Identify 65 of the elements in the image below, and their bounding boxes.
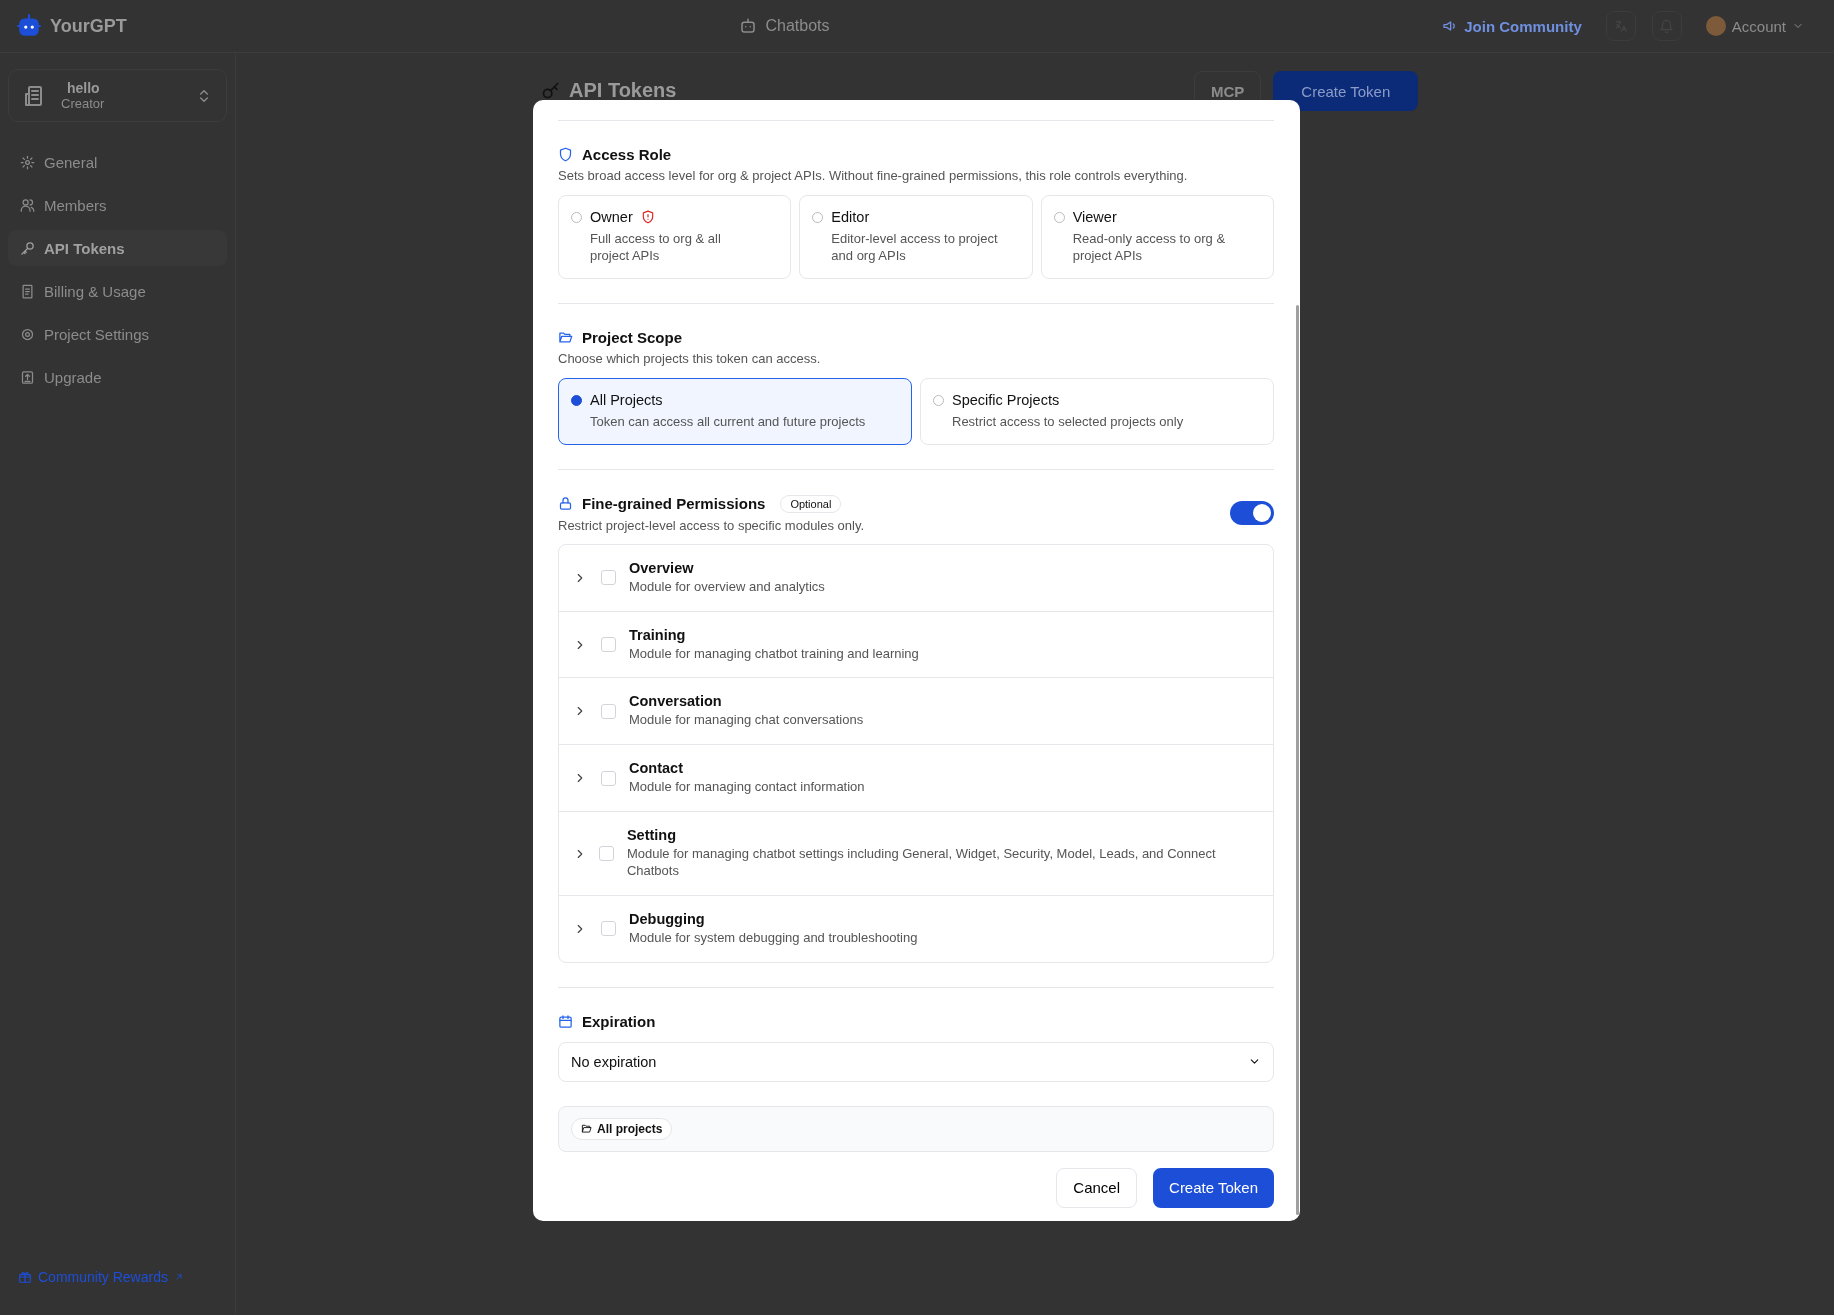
- sidebar-item[interactable]: Upgrade: [8, 359, 227, 395]
- cancel-button[interactable]: Cancel: [1056, 1167, 1138, 1208]
- section-title: Project Scope: [582, 328, 683, 346]
- folder-icon: [558, 329, 573, 345]
- module-description: Module for managing chatbot training and learning: [629, 645, 919, 663]
- robot-icon: [739, 17, 758, 35]
- section-title: Access Role: [582, 146, 672, 163]
- scope-tag: All projects: [571, 1117, 673, 1140]
- scope-option[interactable]: All Projects Token can access all current and future projects: [558, 377, 912, 445]
- account-menu[interactable]: Account: [1705, 16, 1804, 36]
- module-description: Module for system debugging and troubleshooting: [629, 930, 918, 947]
- chatbots-link[interactable]: Chatbots: [765, 17, 830, 35]
- scrollbar[interactable]: [1296, 305, 1299, 1215]
- sidebar-item[interactable]: General: [8, 144, 227, 180]
- join-community-link[interactable]: Join Community: [1442, 17, 1582, 35]
- workspace-switcher[interactable]: hello Creator: [8, 69, 227, 122]
- module-checkbox[interactable]: [598, 846, 614, 862]
- module-checkbox[interactable]: [601, 637, 616, 652]
- role-option[interactable]: Viewer Read-only access to org & project APIs: [1040, 195, 1274, 279]
- upload-icon: [20, 369, 35, 385]
- brand-name[interactable]: YourGPT: [50, 15, 127, 37]
- sidebar-item[interactable]: Billing & Usage: [8, 273, 227, 309]
- create-token-button[interactable]: Create Token: [1273, 71, 1419, 111]
- module-checkbox[interactable]: [601, 770, 616, 786]
- permissions-toggle[interactable]: [1230, 500, 1274, 525]
- module-name: Training: [629, 626, 687, 643]
- module-description: Module for managing chatbot settings including General, Widget, Security, Model, Leads, and Connect Chatbots: [626, 846, 1217, 880]
- role-option[interactable]: Owner Full access to org & all project APIs: [558, 195, 792, 279]
- robot-logo-icon: [16, 13, 42, 39]
- users-icon: [20, 197, 35, 213]
- expiration-select[interactable]: No expiration: [558, 1041, 1274, 1082]
- section-description: Choose which projects this token can access.: [558, 350, 822, 366]
- calendar-icon: [558, 1013, 573, 1029]
- page-title: API Tokens: [569, 79, 677, 102]
- key-icon: [20, 240, 35, 256]
- sidebar-item[interactable]: Project Settings: [8, 316, 227, 352]
- folder-icon: [581, 1123, 592, 1135]
- section-description: Restrict project-level access to specific modules only.: [558, 517, 865, 533]
- section-title: Fine-grained Permissions: [582, 495, 766, 513]
- module-name: Setting: [626, 827, 678, 844]
- module-name: Debugging: [629, 911, 706, 927]
- module-name: Overview: [629, 559, 695, 576]
- shield-alert-icon: [640, 210, 655, 224]
- radio-indicator: [571, 394, 582, 406]
- module-description: Module for managing contact information: [629, 779, 865, 797]
- module-name: Contact: [629, 760, 684, 777]
- section-description: Sets broad access level for org & project APIs. Without fine-grained permissions, this role controls everything.: [558, 168, 1189, 183]
- create-token-button[interactable]: Create Token: [1153, 1167, 1274, 1208]
- shield-icon: [558, 147, 573, 162]
- role-option[interactable]: Editor Editor-level access to project and org APIs: [799, 195, 1033, 279]
- key-icon: [541, 80, 561, 101]
- section-title: Expiration: [582, 1012, 656, 1030]
- module-checkbox[interactable]: [601, 921, 616, 937]
- module-description: Module for overview and analytics: [629, 578, 825, 596]
- sidebar-item[interactable]: Members: [8, 187, 227, 223]
- gift-icon: [18, 1270, 32, 1284]
- module-checkbox[interactable]: [601, 703, 616, 719]
- external-link-icon: [173, 1272, 184, 1282]
- sidebar-item[interactable]: API Tokens: [8, 230, 227, 266]
- lock-icon: [558, 496, 573, 512]
- receipt-icon: [20, 283, 35, 299]
- module-checkbox[interactable]: [601, 570, 616, 586]
- module-description: Module for managing chat conversations: [629, 712, 864, 730]
- scope-option[interactable]: Specific Projects Restrict access to selected projects only: [920, 377, 1274, 445]
- module-name: Conversation: [629, 693, 723, 710]
